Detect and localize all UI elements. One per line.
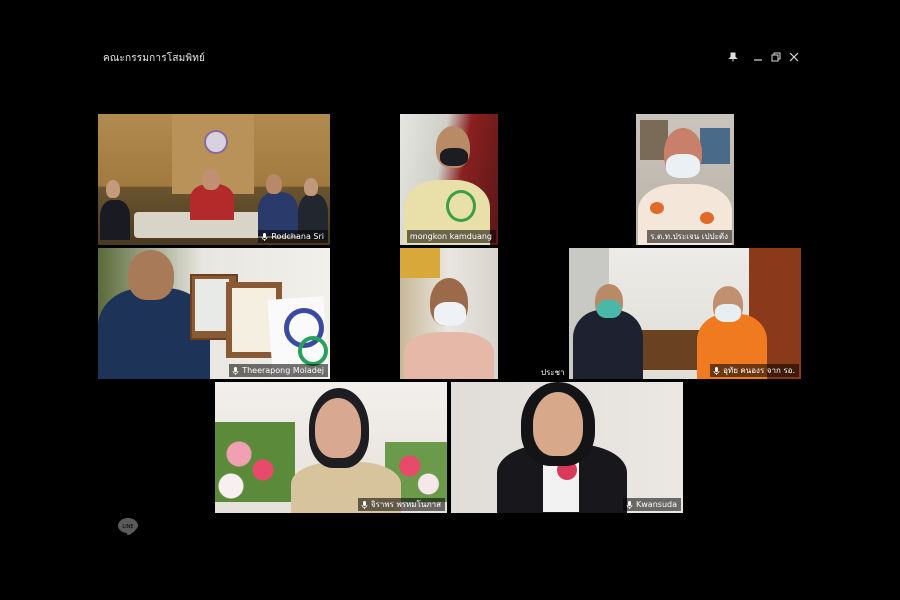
mic-icon — [361, 500, 368, 509]
participant-name-tag: Rodchana Sri — [258, 230, 328, 243]
participant-name-tag: อุทัย คนองร จาก รอ. — [710, 364, 799, 377]
pin-icon[interactable] — [725, 49, 741, 65]
close-icon[interactable] — [786, 49, 802, 65]
video-tile-5[interactable] — [400, 248, 498, 379]
participant-name: จิราพร พรหมโนภาส — [370, 500, 441, 509]
participant-name-tag: ร.ต.ท.ประเจน เปปะตัง — [647, 230, 732, 243]
video-tile-4[interactable]: Theerapong Moladej — [98, 248, 330, 379]
participant-name: ประชา — [541, 368, 565, 377]
svg-text:LINE: LINE — [122, 524, 133, 530]
minimize-icon[interactable] — [750, 49, 766, 65]
video-tile-6[interactable]: อุทัย คนองร จาก รอ. — [569, 248, 801, 379]
participant-name: Theerapong Moladej — [242, 366, 324, 375]
participant-video — [215, 382, 447, 513]
mic-icon — [713, 366, 720, 375]
video-tile-8[interactable]: Kwansuda — [451, 382, 683, 513]
participant-name: Rodchana Sri — [271, 232, 324, 241]
restore-icon[interactable] — [768, 49, 784, 65]
participant-video — [400, 114, 498, 245]
participant-video — [636, 114, 734, 245]
participant-name: mongkon kamduang — [409, 232, 492, 241]
video-tile-7[interactable]: จิราพร พรหมโนภาส — [215, 382, 447, 513]
meeting-room-video — [98, 114, 330, 245]
participant-name: อุทัย คนองร จาก รอ. — [723, 366, 795, 375]
participant-name-tag: จิราพร พรหมโนภาส — [357, 498, 445, 511]
participant-name-tag: Kwansuda — [623, 498, 681, 511]
participant-name-tag: Theerapong Moladej — [229, 364, 328, 377]
mic-icon — [261, 232, 268, 241]
participant-name: Kwansuda — [636, 500, 677, 509]
video-tile-1[interactable]: Rodchana Sri — [98, 114, 330, 245]
participant-video — [400, 248, 498, 379]
participant-video — [451, 382, 683, 513]
participant-name-tag: ประชา — [538, 366, 569, 379]
line-logo: LINE — [117, 517, 139, 536]
participant-video — [569, 248, 801, 379]
window-title: คณะกรรมการโสมพิทย์ — [103, 53, 206, 64]
participant-name: ร.ต.ท.ประเจน เปปะตัง — [650, 232, 728, 241]
mic-icon — [232, 366, 239, 375]
video-tile-3[interactable]: ร.ต.ท.ประเจน เปปะตัง — [636, 114, 734, 245]
mic-icon — [626, 500, 633, 509]
participant-video — [98, 248, 330, 379]
participant-name-tag: mongkon kamduang — [406, 230, 496, 243]
video-tile-2[interactable]: mongkon kamduang — [400, 114, 498, 245]
